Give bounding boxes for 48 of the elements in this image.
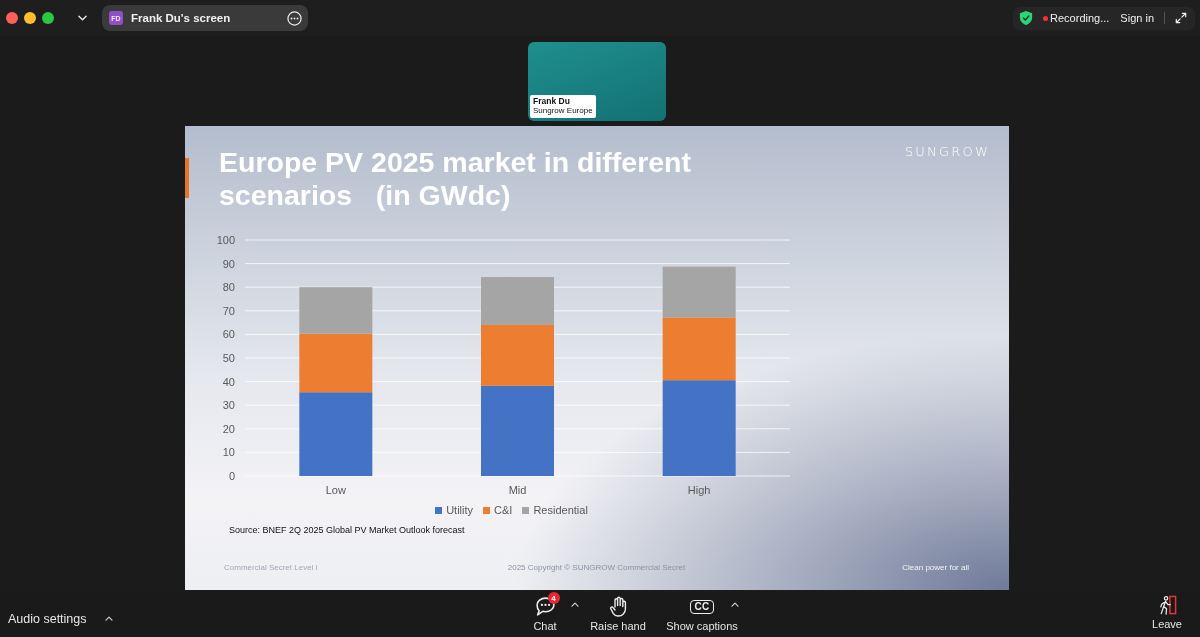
participant-name: Frank Du: [533, 96, 571, 106]
audio-settings-button[interactable]: Audio settings: [8, 611, 87, 626]
y-tick-label: 40: [222, 375, 235, 388]
y-tick-label: 0: [228, 470, 235, 482]
raised-hand-icon: [607, 596, 629, 617]
captions-icon: CC: [690, 599, 714, 614]
accent-bar: [185, 158, 189, 198]
notification-badge: 4: [547, 592, 560, 604]
share-title: Frank Du's screen: [131, 12, 231, 24]
slide-footer-text: Commercial Secret Level I: [224, 563, 318, 572]
leave-button[interactable]: Leave: [1148, 592, 1186, 637]
minimize-icon[interactable]: [24, 12, 36, 24]
slide-footer-text: Clean power for all: [902, 563, 969, 572]
caret-up-icon[interactable]: [571, 602, 579, 607]
toolbar-button[interactable]: CC Show captions: [663, 592, 741, 632]
y-tick-label: 50: [222, 352, 235, 364]
y-tick-label: 60: [222, 328, 235, 341]
slide-title: Europe PV 2025 market in different scenarios (in GWdc): [219, 146, 692, 212]
category-label: High: [687, 484, 711, 496]
y-tick-label: 100: [216, 234, 235, 246]
chevron-down-icon[interactable]: [78, 15, 87, 21]
brand-logo: SUNGROW: [904, 144, 990, 159]
toolbar-button[interactable]: 4 Chat: [517, 592, 573, 632]
category-label: Low: [325, 484, 346, 496]
source-note: Source: BNEF 2Q 2025 Global PV Market Outlook forecast: [229, 525, 465, 535]
toolbar-button[interactable]: Raise hand: [587, 592, 649, 632]
y-tick-label: 70: [222, 304, 235, 317]
chat-icon: [534, 596, 556, 617]
category-label: Mid: [508, 484, 527, 496]
caret-up-icon[interactable]: [731, 602, 739, 607]
recording-dot-icon: [1043, 15, 1049, 21]
y-tick-label: 80: [222, 281, 235, 294]
shield-check-icon[interactable]: [1019, 10, 1034, 26]
y-tick-label: 90: [222, 257, 235, 270]
y-tick-label: 20: [222, 422, 235, 435]
recording-label: Recording...: [1050, 12, 1110, 24]
participant-title: Sungrow Europe: [533, 106, 593, 116]
legend-label: Utility: [446, 504, 474, 516]
close-icon[interactable]: [6, 12, 18, 24]
y-tick-label: 10: [222, 446, 235, 459]
fullscreen-icon[interactable]: [42, 12, 54, 24]
more-options-icon[interactable]: [287, 10, 302, 26]
caret-up-icon[interactable]: [104, 616, 113, 621]
y-tick-label: 30: [222, 399, 235, 412]
legend-label: C&I: [494, 504, 513, 516]
sign-in-link[interactable]: Sign in: [1120, 12, 1154, 24]
legend-label: Residential: [533, 504, 588, 516]
expand-icon[interactable]: [1175, 12, 1187, 24]
